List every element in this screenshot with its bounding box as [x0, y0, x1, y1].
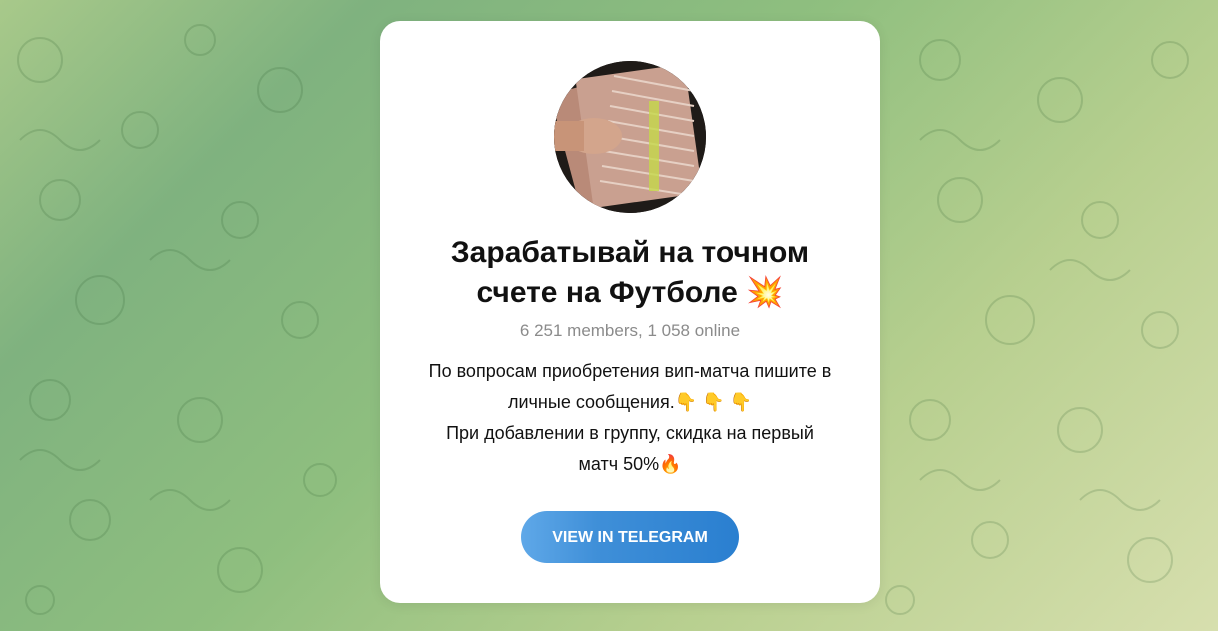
channel-card: Зарабатывай на точном счете на Футболе 💥… [380, 21, 880, 603]
fire-emoji-icon: 🔥 [659, 454, 682, 474]
money-stack-icon [554, 61, 706, 213]
pointing-down-emoji-icon: 👇 👇 👇 [674, 392, 752, 412]
description-line4: матч 50% [578, 454, 660, 474]
description-line3: При добавлении в группу, скидка на первы… [446, 423, 814, 443]
members-count: 6 251 members, 1 058 online [519, 321, 741, 340]
description-line1: По вопросам приобретения вип-матча пишит… [428, 361, 832, 381]
channel-title: Зарабатывай на точном счете на Футболе 💥 [420, 233, 840, 313]
channel-title-line2: счете на Футболе [476, 276, 738, 309]
channel-description: По вопросам приобретения вип-матча пишит… [400, 356, 860, 480]
channel-title-line1: Зарабатывай на точном [450, 236, 810, 269]
view-in-telegram-button[interactable]: VIEW IN TELEGRAM [521, 511, 739, 563]
description-line2: личные сообщения. [508, 392, 675, 412]
channel-avatar [554, 61, 706, 213]
collision-emoji-icon: 💥 [746, 276, 784, 309]
